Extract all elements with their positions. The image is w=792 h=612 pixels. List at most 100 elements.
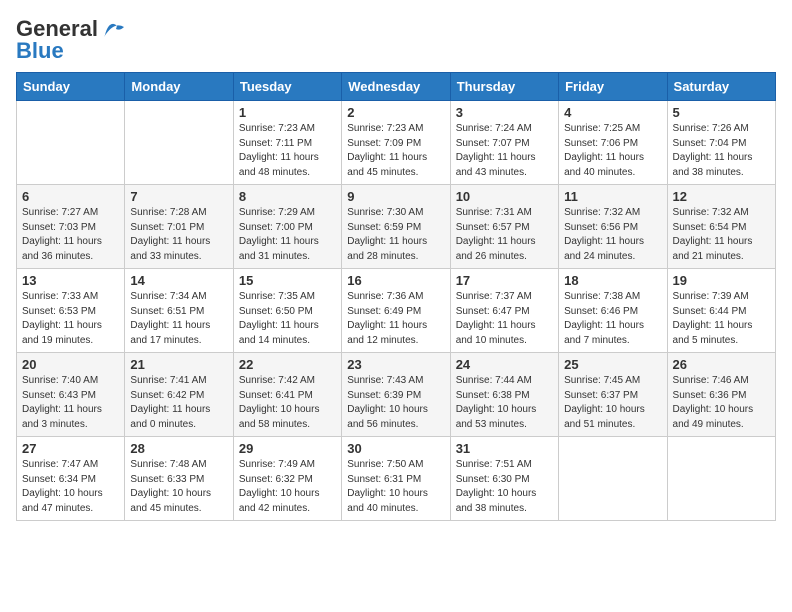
weekday-header-saturday: Saturday xyxy=(667,73,775,101)
day-number: 18 xyxy=(564,273,661,288)
weekday-header-row: SundayMondayTuesdayWednesdayThursdayFrid… xyxy=(17,73,776,101)
calendar-cell xyxy=(125,101,233,185)
logo-icon xyxy=(100,19,128,39)
calendar-cell: 2 Sunrise: 7:23 AM Sunset: 7:09 PM Daylig… xyxy=(342,101,450,185)
day-info: Sunrise: 7:35 AM Sunset: 6:50 PM Dayligh… xyxy=(239,290,336,348)
day-info: Sunrise: 7:43 AM Sunset: 6:39 PM Dayligh… xyxy=(347,374,444,432)
calendar-cell: 14Sunrise: 7:34 AM Sunset: 6:51 PM Dayli… xyxy=(125,269,233,353)
calendar-cell: 1Sunrise: 7:23 AM Sunset: 7:11 PM Daylig… xyxy=(233,101,341,185)
calendar-cell: 29 Sunrise: 7:49 AM Sunset: 6:32 PM Dayli… xyxy=(233,437,341,521)
day-info: Sunrise: 7:40 AM Sunset: 6:43 PM Dayligh… xyxy=(22,374,119,432)
day-number: 19 xyxy=(673,273,770,288)
calendar-cell: 6 Sunrise: 7:27 AM Sunset: 7:03 PM Daylig… xyxy=(17,185,125,269)
calendar-cell: 10 Sunrise: 7:31 AM Sunset: 6:57 PM Dayli… xyxy=(450,185,558,269)
day-number: 25 xyxy=(564,357,661,372)
day-number: 13 xyxy=(22,273,119,288)
day-info: Sunrise: 7:25 AM Sunset: 7:06 PM Dayligh… xyxy=(564,122,661,180)
day-info: Sunrise: 7:42 AM Sunset: 6:41 PM Dayligh… xyxy=(239,374,336,432)
day-info: Sunrise: 7:32 AM Sunset: 6:54 PM Dayligh… xyxy=(673,206,770,264)
calendar-table: SundayMondayTuesdayWednesdayThursdayFrid… xyxy=(16,72,776,521)
calendar-cell: 24Sunrise: 7:44 AM Sunset: 6:38 PM Dayli… xyxy=(450,353,558,437)
calendar-cell: 19 Sunrise: 7:39 AM Sunset: 6:44 PM Dayli… xyxy=(667,269,775,353)
calendar-cell: 20 Sunrise: 7:40 AM Sunset: 6:43 PM Dayli… xyxy=(17,353,125,437)
day-number: 26 xyxy=(673,357,770,372)
calendar-week-row: 20 Sunrise: 7:40 AM Sunset: 6:43 PM Dayli… xyxy=(17,353,776,437)
day-info: Sunrise: 7:24 AM Sunset: 7:07 PM Dayligh… xyxy=(456,122,553,180)
day-number: 5 xyxy=(673,105,770,120)
day-number: 22 xyxy=(239,357,336,372)
weekday-header-sunday: Sunday xyxy=(17,73,125,101)
logo: General Blue xyxy=(16,16,128,64)
calendar-cell: 23 Sunrise: 7:43 AM Sunset: 6:39 PM Dayli… xyxy=(342,353,450,437)
day-info: Sunrise: 7:31 AM Sunset: 6:57 PM Dayligh… xyxy=(456,206,553,264)
calendar-cell: 21Sunrise: 7:41 AM Sunset: 6:42 PM Dayli… xyxy=(125,353,233,437)
calendar-cell: 12 Sunrise: 7:32 AM Sunset: 6:54 PM Dayli… xyxy=(667,185,775,269)
day-info: Sunrise: 7:41 AM Sunset: 6:42 PM Dayligh… xyxy=(130,374,227,432)
day-info: Sunrise: 7:33 AM Sunset: 6:53 PM Dayligh… xyxy=(22,290,119,348)
calendar-week-row: 27 Sunrise: 7:47 AM Sunset: 6:34 PM Dayli… xyxy=(17,437,776,521)
day-info: Sunrise: 7:37 AM Sunset: 6:47 PM Dayligh… xyxy=(456,290,553,348)
day-info: Sunrise: 7:51 AM Sunset: 6:30 PM Dayligh… xyxy=(456,458,553,516)
day-info: Sunrise: 7:50 AM Sunset: 6:31 PM Dayligh… xyxy=(347,458,444,516)
calendar-cell: 16 Sunrise: 7:36 AM Sunset: 6:49 PM Dayli… xyxy=(342,269,450,353)
day-number: 6 xyxy=(22,189,119,204)
calendar-cell: 18 Sunrise: 7:38 AM Sunset: 6:46 PM Dayli… xyxy=(559,269,667,353)
day-info: Sunrise: 7:45 AM Sunset: 6:37 PM Dayligh… xyxy=(564,374,661,432)
weekday-header-monday: Monday xyxy=(125,73,233,101)
calendar-week-row: 6 Sunrise: 7:27 AM Sunset: 7:03 PM Daylig… xyxy=(17,185,776,269)
day-number: 4 xyxy=(564,105,661,120)
page-header: General Blue xyxy=(16,16,776,64)
calendar-cell: 5 Sunrise: 7:26 AM Sunset: 7:04 PM Daylig… xyxy=(667,101,775,185)
day-number: 9 xyxy=(347,189,444,204)
weekday-header-friday: Friday xyxy=(559,73,667,101)
calendar-cell: 31Sunrise: 7:51 AM Sunset: 6:30 PM Dayli… xyxy=(450,437,558,521)
calendar-cell: 28Sunrise: 7:48 AM Sunset: 6:33 PM Dayli… xyxy=(125,437,233,521)
day-info: Sunrise: 7:46 AM Sunset: 6:36 PM Dayligh… xyxy=(673,374,770,432)
calendar-cell: 22 Sunrise: 7:42 AM Sunset: 6:41 PM Dayli… xyxy=(233,353,341,437)
day-info: Sunrise: 7:49 AM Sunset: 6:32 PM Dayligh… xyxy=(239,458,336,516)
weekday-header-wednesday: Wednesday xyxy=(342,73,450,101)
calendar-cell: 27 Sunrise: 7:47 AM Sunset: 6:34 PM Dayli… xyxy=(17,437,125,521)
calendar-cell: 15 Sunrise: 7:35 AM Sunset: 6:50 PM Dayli… xyxy=(233,269,341,353)
calendar-cell: 7 Sunrise: 7:28 AM Sunset: 7:01 PM Daylig… xyxy=(125,185,233,269)
calendar-cell xyxy=(17,101,125,185)
day-number: 28 xyxy=(130,441,227,456)
day-number: 29 xyxy=(239,441,336,456)
day-info: Sunrise: 7:47 AM Sunset: 6:34 PM Dayligh… xyxy=(22,458,119,516)
day-number: 7 xyxy=(130,189,227,204)
day-number: 10 xyxy=(456,189,553,204)
day-number: 20 xyxy=(22,357,119,372)
calendar-cell: 26 Sunrise: 7:46 AM Sunset: 6:36 PM Dayli… xyxy=(667,353,775,437)
logo-blue: Blue xyxy=(16,38,64,64)
day-info: Sunrise: 7:38 AM Sunset: 6:46 PM Dayligh… xyxy=(564,290,661,348)
calendar-cell xyxy=(559,437,667,521)
day-info: Sunrise: 7:39 AM Sunset: 6:44 PM Dayligh… xyxy=(673,290,770,348)
day-number: 12 xyxy=(673,189,770,204)
day-number: 15 xyxy=(239,273,336,288)
day-number: 17 xyxy=(456,273,553,288)
day-info: Sunrise: 7:29 AM Sunset: 7:00 PM Dayligh… xyxy=(239,206,336,264)
day-number: 2 xyxy=(347,105,444,120)
calendar-cell: 4 Sunrise: 7:25 AM Sunset: 7:06 PM Daylig… xyxy=(559,101,667,185)
calendar-cell: 8Sunrise: 7:29 AM Sunset: 7:00 PM Daylig… xyxy=(233,185,341,269)
day-number: 23 xyxy=(347,357,444,372)
calendar-cell: 3 Sunrise: 7:24 AM Sunset: 7:07 PM Daylig… xyxy=(450,101,558,185)
day-number: 27 xyxy=(22,441,119,456)
calendar-cell xyxy=(667,437,775,521)
calendar-week-row: 13 Sunrise: 7:33 AM Sunset: 6:53 PM Dayli… xyxy=(17,269,776,353)
calendar-cell: 30Sunrise: 7:50 AM Sunset: 6:31 PM Dayli… xyxy=(342,437,450,521)
day-info: Sunrise: 7:23 AM Sunset: 7:09 PM Dayligh… xyxy=(347,122,444,180)
calendar-cell: 17 Sunrise: 7:37 AM Sunset: 6:47 PM Dayli… xyxy=(450,269,558,353)
day-number: 16 xyxy=(347,273,444,288)
day-number: 11 xyxy=(564,189,661,204)
day-number: 14 xyxy=(130,273,227,288)
day-info: Sunrise: 7:27 AM Sunset: 7:03 PM Dayligh… xyxy=(22,206,119,264)
day-info: Sunrise: 7:36 AM Sunset: 6:49 PM Dayligh… xyxy=(347,290,444,348)
day-number: 3 xyxy=(456,105,553,120)
calendar-cell: 11 Sunrise: 7:32 AM Sunset: 6:56 PM Dayli… xyxy=(559,185,667,269)
day-number: 24 xyxy=(456,357,553,372)
day-info: Sunrise: 7:32 AM Sunset: 6:56 PM Dayligh… xyxy=(564,206,661,264)
day-info: Sunrise: 7:26 AM Sunset: 7:04 PM Dayligh… xyxy=(673,122,770,180)
day-info: Sunrise: 7:28 AM Sunset: 7:01 PM Dayligh… xyxy=(130,206,227,264)
day-number: 1 xyxy=(239,105,336,120)
